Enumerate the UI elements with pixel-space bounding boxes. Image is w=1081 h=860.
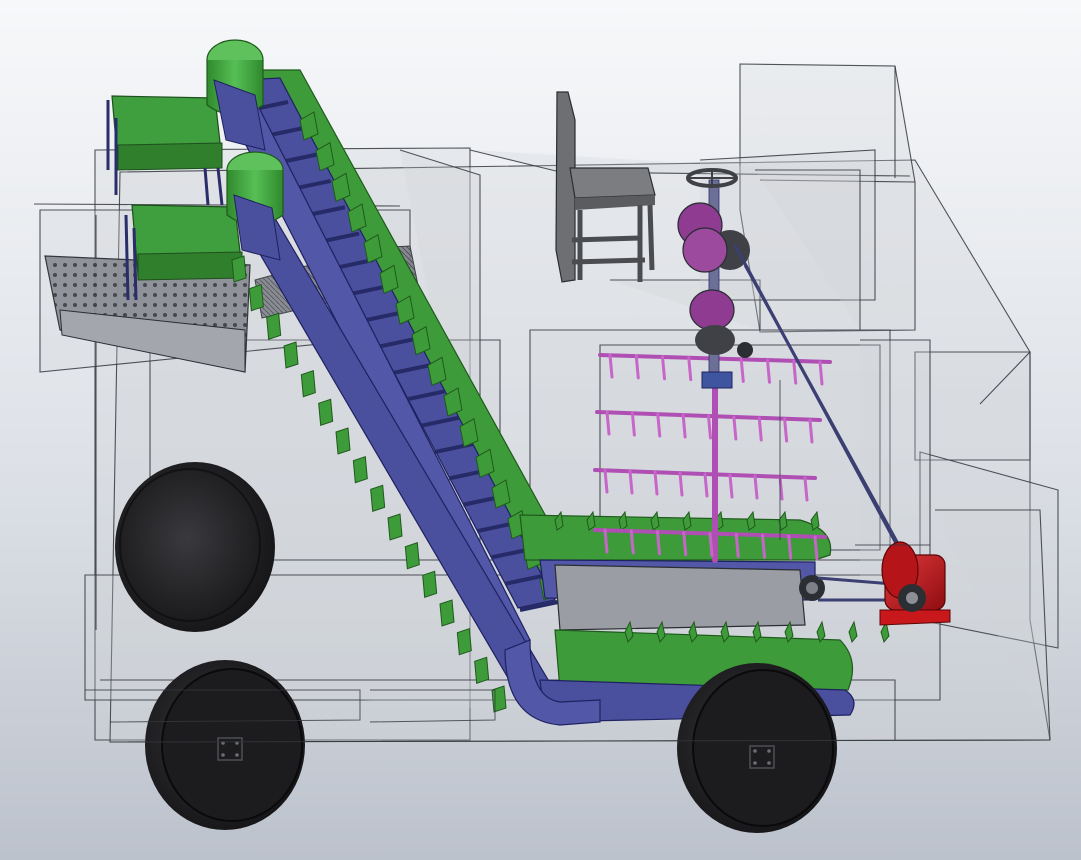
rack-pin bbox=[813, 535, 819, 561]
rack-pin bbox=[681, 413, 687, 439]
machine-assembly-model[interactable] bbox=[0, 0, 1081, 860]
rack-pin bbox=[629, 529, 635, 555]
conveyor-paddle bbox=[231, 255, 247, 283]
front-wheel[interactable] bbox=[677, 663, 837, 833]
spare-wheel[interactable] bbox=[115, 462, 275, 632]
conveyor-paddle bbox=[266, 312, 282, 341]
rack-pin bbox=[682, 531, 688, 557]
rack-pin bbox=[753, 474, 759, 500]
rack-pin bbox=[656, 412, 662, 438]
rack-pin bbox=[608, 353, 614, 379]
rack-pin bbox=[628, 469, 634, 495]
rack-pin bbox=[787, 534, 793, 560]
rack-pin bbox=[661, 355, 666, 381]
rack-pin bbox=[634, 354, 640, 380]
rack-pin bbox=[766, 358, 771, 384]
rack-pin bbox=[792, 359, 798, 385]
cad-viewport[interactable] bbox=[0, 0, 1081, 860]
rack-pin bbox=[605, 410, 611, 436]
rack-pin bbox=[757, 416, 763, 442]
rack-pin bbox=[653, 470, 659, 496]
rack-pin bbox=[803, 476, 809, 502]
conveyor-paddle bbox=[248, 283, 264, 312]
rack-pin bbox=[630, 411, 636, 437]
conveyor-paddle bbox=[387, 513, 403, 541]
conveyor-paddle bbox=[474, 656, 490, 685]
rack-pin bbox=[708, 532, 714, 557]
steering-wheel[interactable] bbox=[686, 168, 738, 188]
rack-pin bbox=[728, 473, 734, 499]
rack-pin bbox=[678, 471, 684, 497]
rack-pin bbox=[783, 417, 789, 443]
conveyor-paddle bbox=[352, 455, 368, 484]
rack-pin bbox=[732, 415, 738, 441]
rack-pin bbox=[739, 357, 745, 383]
rack-pin bbox=[818, 360, 824, 386]
rack-pin bbox=[603, 528, 609, 554]
conveyor-paddle bbox=[422, 570, 438, 599]
conveyor-paddle bbox=[439, 599, 455, 627]
rack-pin bbox=[707, 414, 712, 440]
conveyor-paddle bbox=[300, 369, 316, 398]
rack-pin bbox=[761, 533, 766, 559]
conveyor-paddle bbox=[404, 541, 420, 570]
rack-pin bbox=[808, 418, 814, 444]
rear-wheel[interactable] bbox=[145, 660, 305, 830]
rack-pin bbox=[703, 472, 709, 498]
conveyor-paddle bbox=[370, 484, 386, 513]
rack-pin bbox=[656, 530, 661, 556]
rack-pin bbox=[603, 468, 609, 494]
conveyor-paddle bbox=[283, 341, 299, 369]
rack-pin bbox=[734, 532, 740, 558]
conveyor-paddle bbox=[456, 627, 472, 656]
conveyor-paddle bbox=[335, 427, 351, 455]
rack-pin bbox=[687, 356, 693, 382]
conveyor-paddle bbox=[318, 398, 334, 427]
